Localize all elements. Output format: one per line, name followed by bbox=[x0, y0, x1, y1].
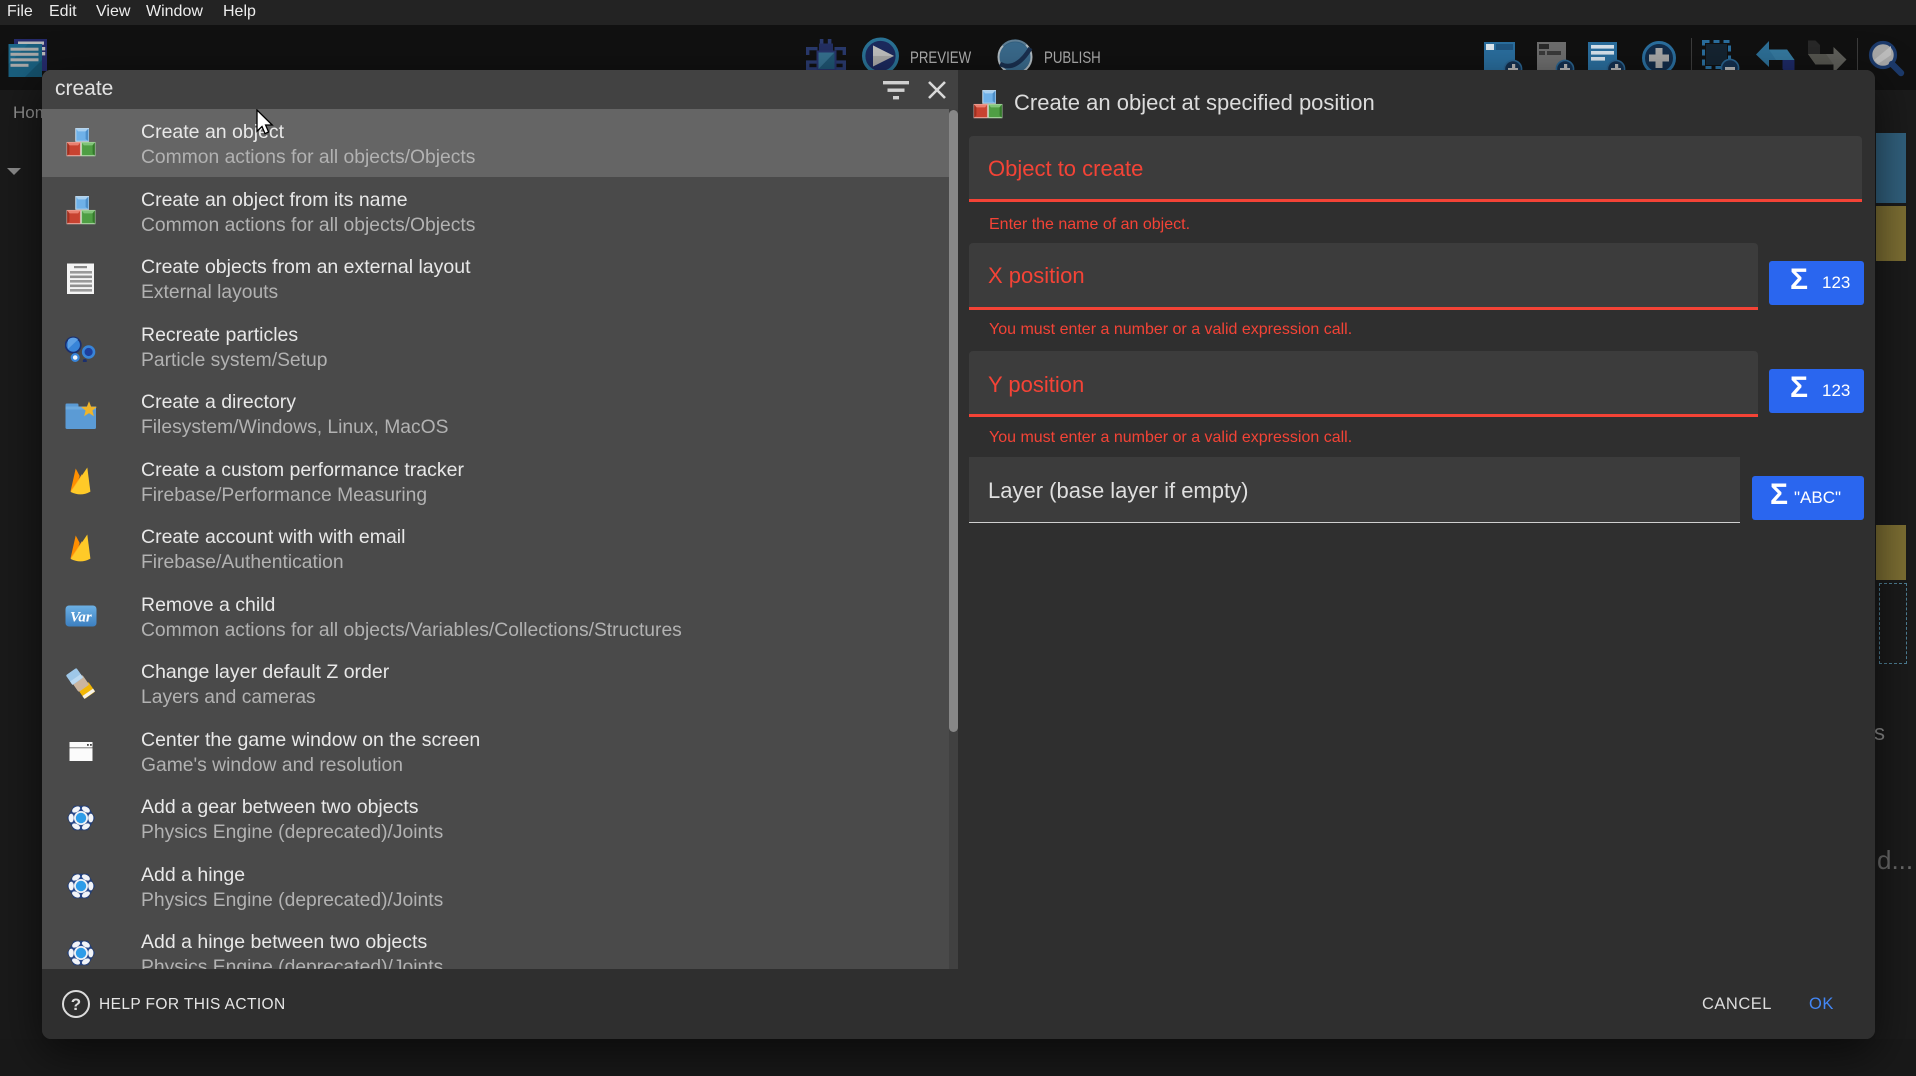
svg-text:Var: Var bbox=[70, 609, 92, 625]
